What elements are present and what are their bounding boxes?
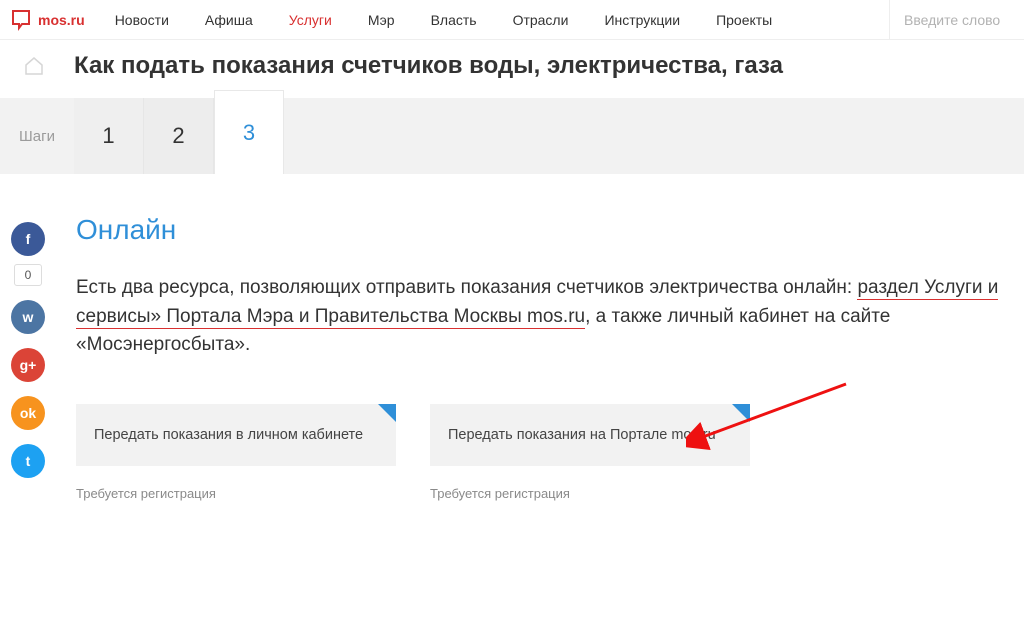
- share-twitter[interactable]: t: [11, 444, 45, 478]
- nav-services[interactable]: Услуги: [271, 0, 350, 39]
- nav-mayor[interactable]: Мэр: [350, 0, 413, 39]
- nav-power[interactable]: Власть: [413, 0, 495, 39]
- card-label: Передать показания в личном кабинете: [94, 427, 363, 443]
- ok-icon: ok: [20, 405, 36, 421]
- card-personal-cabinet[interactable]: Передать показания в личном кабинете: [76, 404, 396, 466]
- twitter-icon: t: [26, 453, 31, 469]
- text-pre: Есть два ресурса, позволяющих отправить …: [76, 277, 857, 298]
- card-corner-icon: [732, 404, 750, 422]
- share-ok[interactable]: ok: [11, 396, 45, 430]
- step-1[interactable]: 1: [74, 98, 144, 174]
- section-heading: Онлайн: [76, 214, 1000, 246]
- share-facebook[interactable]: f: [11, 222, 45, 256]
- card-1-wrap: Передать показания в личном кабинете Тре…: [76, 404, 396, 501]
- search-placeholder: Введите слово: [904, 12, 1000, 28]
- topbar: mos.ru Новости Афиша Услуги Мэр Власть О…: [0, 0, 1024, 40]
- step-2[interactable]: 2: [144, 98, 214, 174]
- search-input[interactable]: Введите слово: [889, 0, 1024, 39]
- nav-news[interactable]: Новости: [97, 0, 187, 39]
- card-label: Передать показания на Портале mos.ru: [448, 427, 716, 443]
- nav-industries[interactable]: Отрасли: [495, 0, 587, 39]
- share-count: 0: [14, 264, 42, 286]
- content: f 0 w g+ ok t Онлайн Есть два ресурса, п…: [0, 174, 1024, 501]
- steps-bar: Шаги 1 2 3: [0, 98, 1024, 174]
- card-1-sub: Требуется регистрация: [76, 486, 396, 501]
- card-portal-mosru[interactable]: Передать показания на Портале mos.ru: [430, 404, 750, 466]
- googleplus-icon: g+: [20, 357, 37, 373]
- site-logo[interactable]: mos.ru: [0, 9, 97, 31]
- logo-text: mos.ru: [38, 12, 85, 28]
- share-vk[interactable]: w: [11, 300, 45, 334]
- main-area: Онлайн Есть два ресурса, позволяющих отп…: [56, 174, 1024, 501]
- vk-icon: w: [23, 309, 34, 325]
- card-corner-icon: [378, 404, 396, 422]
- nav-afisha[interactable]: Афиша: [187, 0, 271, 39]
- home-icon[interactable]: [14, 56, 54, 76]
- logo-icon: [10, 9, 32, 31]
- main-nav: Новости Афиша Услуги Мэр Власть Отрасли …: [97, 0, 889, 39]
- share-googleplus[interactable]: g+: [11, 348, 45, 382]
- facebook-icon: f: [26, 231, 31, 247]
- action-cards: Передать показания в личном кабинете Тре…: [76, 404, 1000, 501]
- steps-label: Шаги: [0, 98, 74, 174]
- nav-instructions[interactable]: Инструкции: [586, 0, 698, 39]
- page-title: Как подать показания счетчиков воды, эле…: [54, 52, 783, 80]
- title-row: Как подать показания счетчиков воды, эле…: [0, 40, 1024, 98]
- section-text: Есть два ресурса, позволяющих отправить …: [76, 274, 1000, 360]
- card-2-sub: Требуется регистрация: [430, 486, 750, 501]
- step-3[interactable]: 3: [214, 90, 284, 174]
- card-2-wrap: Передать показания на Портале mos.ru Тре…: [430, 404, 750, 501]
- nav-projects[interactable]: Проекты: [698, 0, 790, 39]
- share-column: f 0 w g+ ok t: [0, 174, 56, 501]
